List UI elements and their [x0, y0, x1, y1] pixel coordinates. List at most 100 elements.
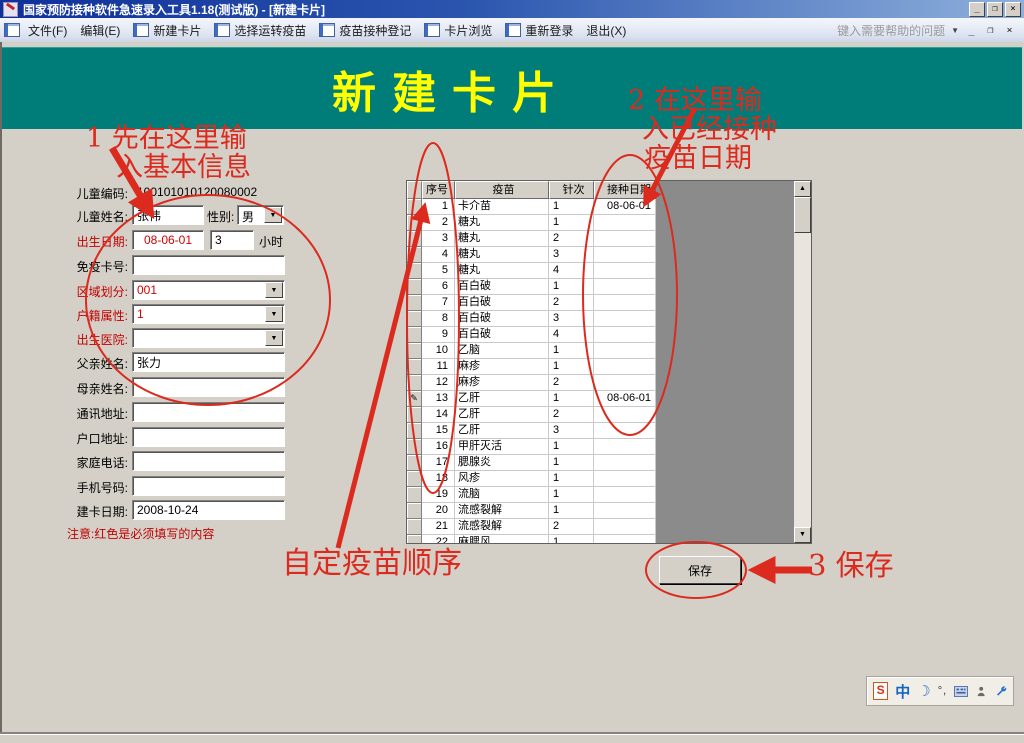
cell-no[interactable]: 2: [422, 215, 455, 231]
cell-no[interactable]: 1: [422, 199, 455, 215]
table-row[interactable]: 11 麻疹 1: [407, 359, 656, 375]
table-row[interactable]: 20 流感裂解 1: [407, 503, 656, 519]
table-row[interactable]: 14 乙肝 2: [407, 407, 656, 423]
cell-no[interactable]: 14: [422, 407, 455, 423]
cell-dose[interactable]: 1: [549, 215, 594, 231]
cell-no[interactable]: 3: [422, 231, 455, 247]
table-row[interactable]: 3 糖丸 2: [407, 231, 656, 247]
mdi-restore-button[interactable]: ❐: [984, 25, 997, 36]
home-phone-input[interactable]: [132, 451, 285, 471]
menu-item[interactable]: 编辑(E): [80, 22, 120, 39]
table-row[interactable]: 5 糖丸 4: [407, 263, 656, 279]
cell-dose[interactable]: 1: [549, 535, 594, 544]
cell-date[interactable]: [594, 503, 656, 519]
cell-date[interactable]: 08-06-01: [594, 199, 656, 215]
cell-date[interactable]: [594, 439, 656, 455]
cell-date[interactable]: [594, 487, 656, 503]
cell-dose[interactable]: 1: [549, 199, 594, 215]
menu-item[interactable]: 新建卡片: [133, 22, 201, 39]
scroll-up-icon[interactable]: ▲: [794, 181, 811, 197]
row-selector-cell[interactable]: [407, 375, 422, 391]
cell-vaccine[interactable]: 卡介苗: [455, 199, 549, 215]
table-row[interactable]: ✎ 13 乙肝 1 08-06-01: [407, 391, 656, 407]
table-row[interactable]: 9 百白破 4: [407, 327, 656, 343]
cell-vaccine[interactable]: 糖丸: [455, 215, 549, 231]
table-row[interactable]: 16 甲肝灭活 1: [407, 439, 656, 455]
cell-vaccine[interactable]: 流脑: [455, 487, 549, 503]
row-selector-cell[interactable]: [407, 359, 422, 375]
cell-vaccine[interactable]: 流感裂解: [455, 519, 549, 535]
cell-vaccine[interactable]: 糖丸: [455, 247, 549, 263]
mdi-child-icon[interactable]: [4, 23, 20, 37]
hospital-combobox[interactable]: ▼: [132, 328, 285, 348]
cell-dose[interactable]: 2: [549, 519, 594, 535]
cell-no[interactable]: 6: [422, 279, 455, 295]
cell-no[interactable]: 18: [422, 471, 455, 487]
cell-date[interactable]: [594, 263, 656, 279]
cell-date[interactable]: [594, 535, 656, 544]
cell-vaccine[interactable]: 麻疹: [455, 375, 549, 391]
full-half-width-moon-icon[interactable]: ☽: [917, 682, 930, 700]
cell-no[interactable]: 12: [422, 375, 455, 391]
row-selector-cell[interactable]: [407, 231, 422, 247]
cell-no[interactable]: 21: [422, 519, 455, 535]
menu-item[interactable]: 疫苗接种登记: [319, 22, 411, 39]
soft-keyboard-icon[interactable]: [954, 685, 968, 698]
cell-date[interactable]: [594, 359, 656, 375]
cell-date[interactable]: [594, 375, 656, 391]
cell-dose[interactable]: 1: [549, 439, 594, 455]
row-selector-cell[interactable]: [407, 295, 422, 311]
menu-item[interactable]: 文件(F): [28, 22, 67, 39]
cell-dose[interactable]: 3: [549, 311, 594, 327]
mail-address-input[interactable]: [132, 402, 285, 422]
minimize-button[interactable]: _: [969, 2, 985, 17]
table-row[interactable]: 21 流感裂解 2: [407, 519, 656, 535]
cell-date[interactable]: [594, 343, 656, 359]
row-selector-cell[interactable]: [407, 279, 422, 295]
table-row[interactable]: 15 乙肝 3: [407, 423, 656, 439]
row-selector-cell[interactable]: [407, 263, 422, 279]
cell-dose[interactable]: 1: [549, 455, 594, 471]
table-row[interactable]: 19 流脑 1: [407, 487, 656, 503]
cell-vaccine[interactable]: 百白破: [455, 279, 549, 295]
cell-vaccine[interactable]: 乙肝: [455, 407, 549, 423]
cell-dose[interactable]: 3: [549, 247, 594, 263]
table-row[interactable]: 4 糖丸 3: [407, 247, 656, 263]
punctuation-mode-icon[interactable]: °,: [938, 685, 947, 697]
table-row[interactable]: 7 百白破 2: [407, 295, 656, 311]
mobile-input[interactable]: [132, 476, 285, 496]
settings-wrench-icon[interactable]: [995, 684, 1007, 699]
cell-dose[interactable]: 1: [549, 487, 594, 503]
save-button[interactable]: 保存: [659, 556, 741, 584]
mdi-minimize-button[interactable]: _: [965, 25, 978, 36]
cell-date[interactable]: [594, 247, 656, 263]
cell-no[interactable]: 17: [422, 455, 455, 471]
cell-date[interactable]: [594, 295, 656, 311]
cell-vaccine[interactable]: 乙脑: [455, 343, 549, 359]
row-selector-cell[interactable]: [407, 327, 422, 343]
cell-dose[interactable]: 1: [549, 391, 594, 407]
row-selector-cell[interactable]: [407, 343, 422, 359]
row-selector-cell[interactable]: [407, 471, 422, 487]
cell-date[interactable]: [594, 471, 656, 487]
ime-menu-icon[interactable]: [975, 684, 987, 699]
scroll-down-icon[interactable]: ▼: [794, 527, 811, 543]
cell-dose[interactable]: 1: [549, 359, 594, 375]
row-selector-cell[interactable]: [407, 215, 422, 231]
cell-dose[interactable]: 4: [549, 327, 594, 343]
cell-no[interactable]: 22: [422, 535, 455, 544]
household-dropdown-icon[interactable]: ▼: [265, 306, 283, 322]
cell-dose[interactable]: 2: [549, 231, 594, 247]
scrollbar-thumb[interactable]: [794, 197, 811, 233]
restore-button[interactable]: ❐: [987, 2, 1003, 17]
cell-no[interactable]: 15: [422, 423, 455, 439]
cell-dose[interactable]: 4: [549, 263, 594, 279]
region-combobox[interactable]: 001 ▼: [132, 280, 285, 300]
birth-date-input[interactable]: [132, 230, 204, 250]
help-search-box[interactable]: 键入需要帮助的问题 ▼: [837, 22, 965, 39]
cell-dose[interactable]: 1: [549, 471, 594, 487]
row-selector-cell[interactable]: [407, 455, 422, 471]
child-name-input[interactable]: [132, 205, 204, 225]
table-row[interactable]: 18 风疹 1: [407, 471, 656, 487]
cell-date[interactable]: [594, 279, 656, 295]
